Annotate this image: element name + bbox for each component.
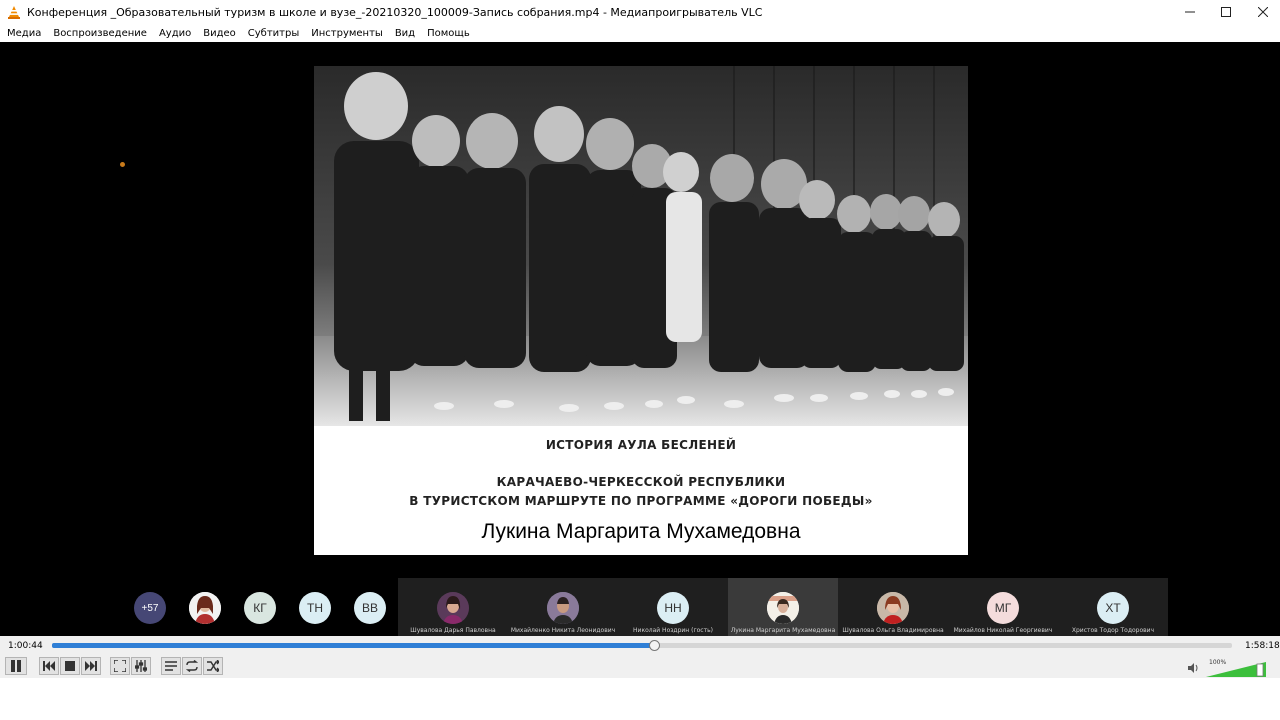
minimize-icon — [1185, 11, 1195, 13]
close-icon — [1258, 7, 1268, 17]
presentation-slide: ИСТОРИЯ АУЛА БЕСЛЕНЕЙ КАРАЧАЕВО-ЧЕРКЕССК… — [314, 66, 968, 555]
participant-tile-active-speaker[interactable]: Лукина Маргарита Мухамедовна — [728, 578, 838, 636]
window-title: Конференция _Образовательный туризм в шк… — [27, 5, 763, 19]
participant-avatar-kg[interactable]: КГ — [244, 592, 276, 624]
participant-name: Михайленко Никита Леонидович — [510, 627, 616, 634]
participant-initials-avatar: ХТ — [1097, 592, 1129, 624]
pause-icon — [11, 660, 21, 672]
window-bottom-margin — [0, 678, 1280, 720]
seek-handle[interactable] — [648, 640, 660, 651]
participant-photo-avatar — [877, 592, 909, 624]
menu-tools[interactable]: Инструменты — [311, 28, 383, 39]
equalizer-icon — [135, 660, 147, 672]
participant-photo-avatar — [437, 592, 469, 624]
participants-strip: +57 КГ ТН ВВ Шувалова Дарья Павловна Мих… — [0, 578, 1280, 636]
participant-name: Шувалова Дарья Павловна — [410, 627, 496, 634]
loop-icon — [186, 660, 198, 672]
menu-media[interactable]: Медиа — [7, 28, 41, 39]
participant-photo-avatar — [547, 592, 579, 624]
seek-bar-fill — [52, 643, 654, 648]
participant-avatar-tn[interactable]: ТН — [299, 592, 331, 624]
previous-button[interactable] — [39, 657, 59, 675]
participant-photo-avatar — [767, 592, 799, 624]
participant-initials-avatar: МГ — [987, 592, 1019, 624]
vlc-cone-icon — [8, 6, 20, 19]
participant-tile[interactable]: Михайленко Никита Леонидович — [508, 578, 618, 636]
slide-caption-1: ИСТОРИЯ АУЛА БЕСЛЕНЕЙ — [545, 438, 737, 452]
menu-view[interactable]: Вид — [395, 28, 415, 39]
participant-initials-avatar: НН — [657, 592, 689, 624]
menu-video[interactable]: Видео — [203, 28, 236, 39]
participant-avatar-vv[interactable]: ВВ — [354, 592, 386, 624]
participant-name: Николай Ноздрин (гость) — [633, 627, 713, 634]
menu-bar: Медиа Воспроизведение Аудио Видео Субтит… — [0, 24, 1280, 42]
cursor-dot — [120, 162, 125, 167]
loop-button[interactable] — [182, 657, 202, 675]
participant-name: Христов Тодор Тодорович — [1071, 627, 1155, 634]
volume-icon[interactable] — [1188, 663, 1200, 673]
historical-photo — [314, 66, 968, 426]
shuffle-button[interactable] — [203, 657, 223, 675]
volume-slider[interactable] — [1206, 662, 1266, 677]
elapsed-time[interactable]: 1:00:44 — [8, 641, 43, 651]
menu-audio[interactable]: Аудио — [159, 28, 191, 39]
more-participants-badge[interactable]: +57 — [134, 592, 166, 624]
skip-next-icon — [85, 661, 97, 671]
fullscreen-button[interactable] — [110, 657, 130, 675]
seek-bar[interactable] — [52, 640, 1232, 651]
maximize-icon — [1221, 7, 1231, 17]
slide-caption-3: В ТУРИСТСКОМ МАРШРУТЕ ПО ПРОГРАММЕ «ДОРО… — [409, 494, 873, 508]
stop-icon — [65, 661, 75, 671]
stop-button[interactable] — [60, 657, 80, 675]
person-photo-icon — [437, 592, 469, 624]
player-controls: 1:00:44 1:58:18 100% — [0, 636, 1280, 678]
title-bar: Конференция _Образовательный туризм в шк… — [0, 0, 1280, 24]
extended-settings-button[interactable] — [131, 657, 151, 675]
fullscreen-icon — [114, 660, 126, 672]
participant-tile[interactable]: ХТ Христов Тодор Тодорович — [1058, 578, 1168, 636]
participant-tile[interactable]: МГ Михайлов Николай Георгиевич — [948, 578, 1058, 636]
person-photo-icon — [877, 592, 909, 624]
menu-help[interactable]: Помощь — [427, 28, 470, 39]
menu-subtitles[interactable]: Субтитры — [248, 28, 299, 39]
person-photo-icon — [189, 592, 221, 624]
pause-button[interactable] — [5, 657, 27, 675]
total-time[interactable]: 1:58:18 — [1245, 641, 1280, 651]
participant-tile[interactable]: Шувалова Дарья Павловна — [398, 578, 508, 636]
person-photo-icon — [547, 592, 579, 624]
close-button[interactable] — [1240, 0, 1280, 24]
next-button[interactable] — [81, 657, 101, 675]
slide-caption-2: КАРАЧАЕВО-ЧЕРКЕССКОЙ РЕСПУБЛИКИ — [496, 475, 786, 489]
participant-avatar-photo[interactable] — [189, 592, 221, 624]
participant-name: Лукина Маргарита Мухамедовна — [730, 627, 836, 634]
participant-name: Шувалова Ольга Владимировна — [842, 627, 944, 634]
menu-playback[interactable]: Воспроизведение — [53, 28, 147, 39]
playlist-icon — [165, 661, 177, 671]
participant-name: Михайлов Николай Георгиевич — [953, 627, 1053, 634]
participant-tile[interactable]: Шувалова Ольга Владимировна — [838, 578, 948, 636]
slide-author: Лукина Маргарита Мухамедовна — [481, 520, 801, 543]
skip-previous-icon — [43, 661, 55, 671]
playlist-button[interactable] — [161, 657, 181, 675]
video-area[interactable]: ИСТОРИЯ АУЛА БЕСЛЕНЕЙ КАРАЧАЕВО-ЧЕРКЕССК… — [0, 42, 1280, 636]
participant-tile[interactable]: НН Николай Ноздрин (гость) — [618, 578, 728, 636]
person-photo-icon — [767, 592, 799, 624]
shuffle-icon — [207, 660, 219, 672]
